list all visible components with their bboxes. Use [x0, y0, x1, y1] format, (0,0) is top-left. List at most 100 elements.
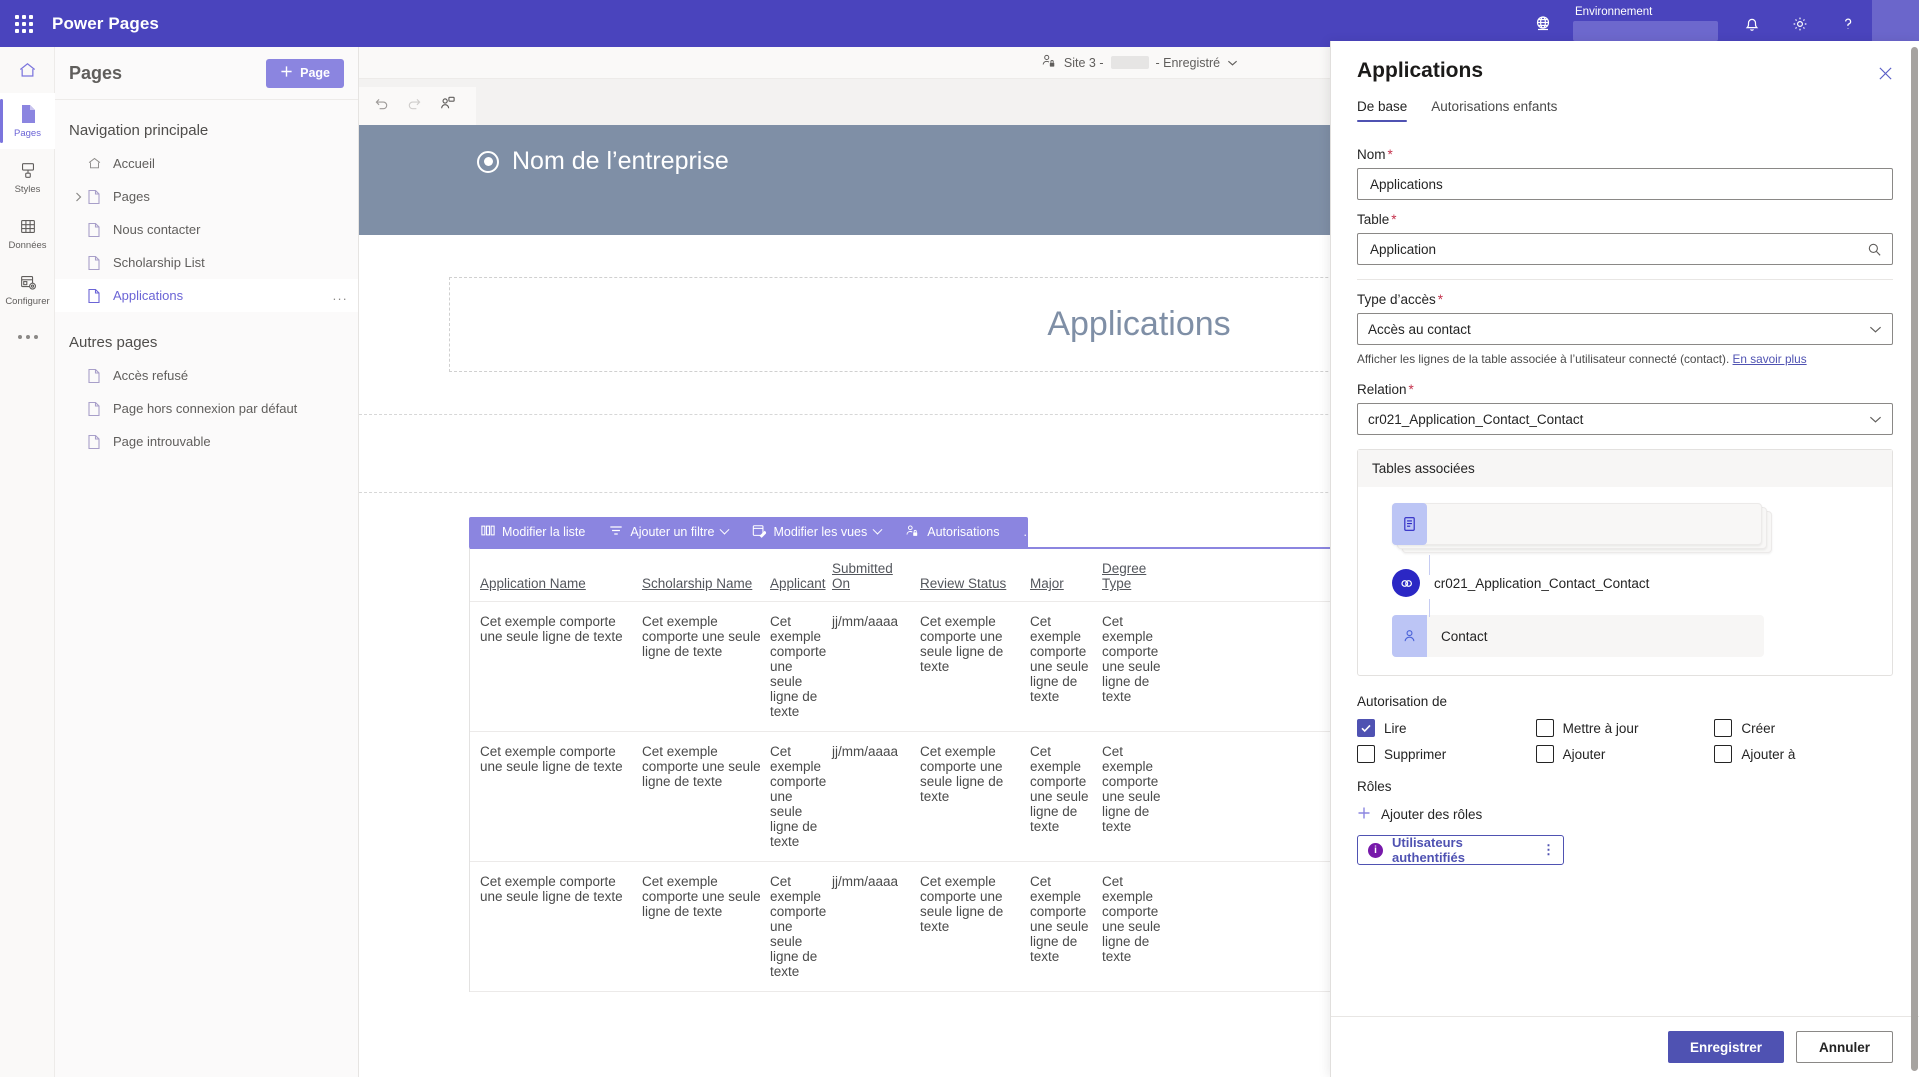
checkbox-creer[interactable]: Créer [1714, 719, 1893, 737]
rail-item-data[interactable]: Données [0, 205, 55, 261]
contact-node: Contact [1392, 615, 1764, 657]
user-avatar[interactable] [1872, 0, 1919, 47]
site-status-text: Site 3 - [1063, 55, 1104, 70]
sidebar-item-applications[interactable]: Applications ... [55, 279, 358, 312]
rail-item-home[interactable] [0, 47, 55, 93]
column-header-applicant[interactable]: Applicant [770, 564, 832, 601]
sidebar-item-scholarship-list[interactable]: Scholarship List [55, 246, 358, 279]
checkbox-unchecked-icon[interactable] [1714, 745, 1733, 763]
tab-de-base[interactable]: De base [1357, 99, 1408, 122]
sidebar-item-page-introuvable[interactable]: Page introuvable [55, 425, 358, 458]
column-header-submitted-on[interactable]: Submitted On [832, 549, 920, 601]
column-header-scholarship-name[interactable]: Scholarship Name [642, 564, 770, 601]
sidebar-item-accueil[interactable]: Accueil [55, 147, 358, 180]
environment-selector[interactable]: Environnement [1573, 6, 1718, 41]
cancel-button[interactable]: Annuler [1795, 1031, 1893, 1063]
permissions-title: Autorisation de [1357, 694, 1448, 709]
company-logo-icon [477, 150, 499, 173]
panel-scrollbar-thumb[interactable] [1911, 47, 1918, 1071]
person-icon [1392, 615, 1427, 657]
checkbox-unchecked-icon[interactable] [1357, 745, 1375, 763]
search-icon[interactable] [1867, 242, 1882, 257]
role-chip-menu-icon[interactable]: ⋮ [1542, 842, 1555, 858]
close-icon[interactable] [1869, 57, 1901, 89]
chevron-right-icon[interactable] [69, 191, 87, 203]
panel-scrollbar[interactable] [1911, 47, 1918, 1071]
app-launcher-icon[interactable] [0, 0, 48, 47]
checkbox-unchecked-icon[interactable] [1535, 745, 1554, 763]
relation-label: Relation * [1357, 382, 1893, 397]
rail-more-icon[interactable] [0, 317, 55, 357]
checkbox-checked-icon[interactable] [1357, 719, 1375, 737]
site-permissions-icon [1040, 53, 1057, 72]
sidebar-item-nous-contacter[interactable]: Nous contacter [55, 213, 358, 246]
column-header-major[interactable]: Major [1030, 564, 1102, 601]
site-status-suffix: - Enregistré [1155, 55, 1221, 70]
header-right-cluster: Environnement [1519, 0, 1919, 47]
en-savoir-plus-link[interactable]: En savoir plus [1733, 352, 1807, 366]
table-input-wrapper[interactable] [1357, 233, 1893, 265]
settings-icon[interactable] [1776, 0, 1824, 47]
checkbox-ajouter[interactable]: Ajouter [1535, 745, 1715, 763]
sidebar-item-page-hors-connexion[interactable]: Page hors connexion par défaut [55, 392, 358, 425]
sidebar-item-acces-refuse[interactable]: Accès refusé [55, 359, 358, 392]
add-roles-button[interactable]: Ajouter des rôles [1357, 806, 1893, 823]
relation-select[interactable]: cr021_Application_Contact_Contact [1357, 403, 1893, 435]
table-input[interactable] [1368, 240, 1867, 258]
chevron-down-icon[interactable] [1227, 56, 1238, 70]
list-overflow-button[interactable]: ... [1012, 517, 1046, 547]
access-type-select[interactable]: Accès au contact [1357, 313, 1893, 345]
checkbox-mettre-a-jour[interactable]: Mettre à jour [1535, 719, 1715, 737]
rail-item-styles[interactable]: Styles [0, 149, 55, 205]
modifier-les-vues-button[interactable]: Modifier les vues [740, 517, 893, 547]
notifications-icon[interactable] [1728, 0, 1776, 47]
access-type-helper: Afficher les lignes de la table associée… [1357, 352, 1893, 366]
checkbox-unchecked-icon[interactable] [1714, 719, 1733, 737]
save-button[interactable]: Enregistrer [1667, 1031, 1784, 1063]
site-status-chip[interactable]: Site 3 - - Enregistré [1040, 53, 1238, 72]
rail-item-pages[interactable]: Pages [0, 93, 55, 149]
hero-title: Applications [1047, 305, 1231, 343]
page-icon [87, 434, 113, 450]
modifier-la-liste-button[interactable]: Modifier la liste [469, 517, 597, 547]
column-header-submitted-on-label: Submitted On [832, 561, 893, 591]
add-page-button[interactable]: Page [266, 58, 344, 88]
sidebar-item-page-hors-connexion-label: Page hors connexion par défaut [113, 401, 298, 416]
required-marker: * [1387, 147, 1393, 162]
name-input-wrapper[interactable] [1357, 168, 1893, 200]
help-icon[interactable] [1824, 0, 1872, 47]
checkbox-lire-label: Lire [1384, 720, 1407, 736]
column-header-application-name[interactable]: Application Name [470, 564, 642, 601]
sidebar-item-acces-refuse-label: Accès refusé [113, 368, 189, 383]
collaborate-icon[interactable] [439, 95, 456, 117]
home-icon [87, 156, 113, 171]
rail-item-configure[interactable]: Configurer [0, 261, 55, 317]
checkbox-ajouter-a[interactable]: Ajouter à [1714, 745, 1893, 763]
name-input[interactable] [1368, 175, 1882, 193]
checkbox-creer-label: Créer [1741, 720, 1776, 736]
undo-icon[interactable] [373, 95, 390, 117]
relation-label-text: Relation [1357, 382, 1407, 397]
chevron-down-icon[interactable] [1869, 415, 1882, 424]
permissions-icon [905, 524, 920, 541]
column-header-degree-type[interactable]: Degree Type [1102, 549, 1182, 601]
environment-value-masked[interactable] [1573, 21, 1718, 41]
sidebar-item-applications-menu-icon[interactable]: ... [333, 288, 348, 303]
sidebar-item-pages[interactable]: Pages [55, 180, 358, 213]
app-header: Power Pages Environnement [0, 0, 1919, 47]
chevron-down-icon[interactable] [1869, 325, 1882, 334]
rail-item-data-label: Données [8, 239, 47, 251]
ajouter-un-filtre-button[interactable]: Ajouter un filtre [597, 517, 740, 547]
column-header-review-status[interactable]: Review Status [920, 564, 1030, 601]
checkbox-supprimer[interactable]: Supprimer [1357, 745, 1536, 763]
rail-item-styles-label: Styles [14, 183, 41, 195]
checkbox-lire[interactable]: Lire [1357, 719, 1536, 737]
table-cell: Cet exemple comporte une seule ligne de … [480, 614, 623, 644]
redo-icon[interactable] [406, 95, 423, 117]
checkbox-unchecked-icon[interactable] [1535, 719, 1554, 737]
autorisations-button[interactable]: Autorisations [893, 517, 1011, 547]
globe-icon[interactable] [1519, 0, 1567, 47]
tab-autorisations-enfants[interactable]: Autorisations enfants [1431, 99, 1557, 122]
role-chip-utilisateurs-authentifies[interactable]: i Utilisateurs authentifiés ⋮ [1357, 835, 1564, 865]
relationship-graph: cr021_Application_Contact_Contact Contac… [1358, 487, 1892, 675]
